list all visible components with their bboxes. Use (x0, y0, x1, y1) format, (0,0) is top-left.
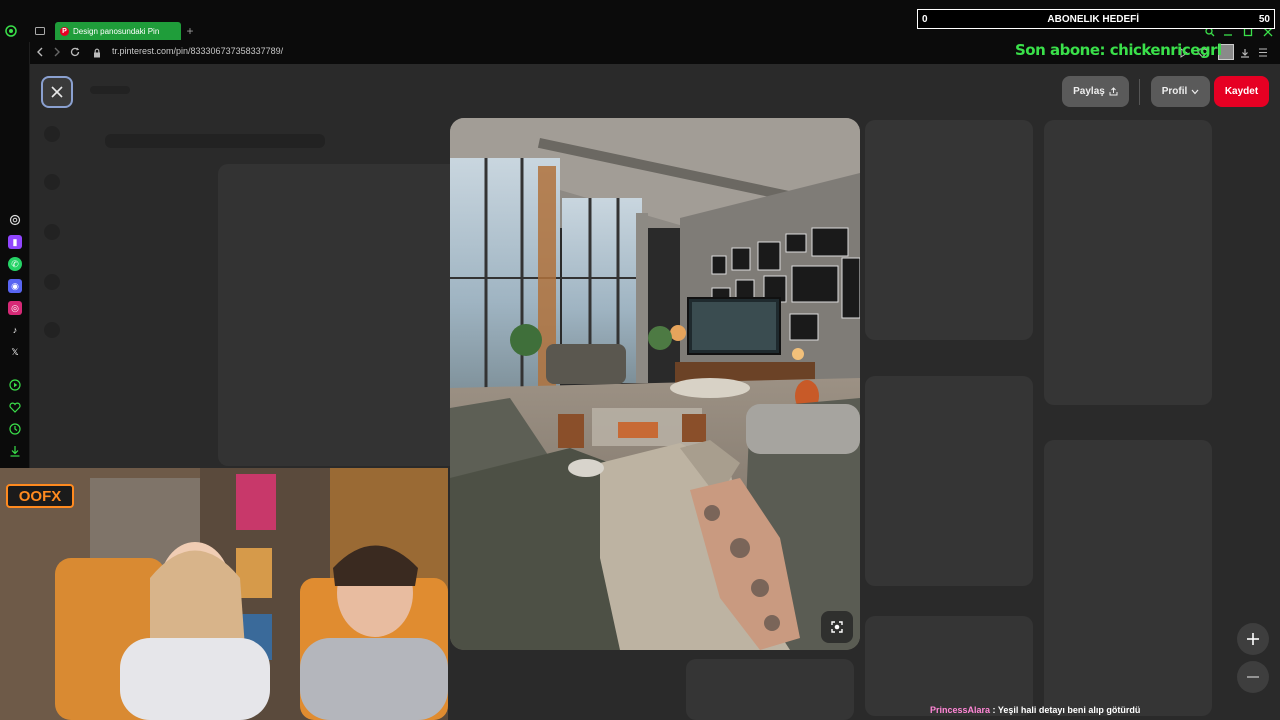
chat-message: PrincessAlara : Yeşil hali detayı beni a… (930, 705, 1140, 715)
whatsapp-icon[interactable]: ✆ (8, 257, 22, 271)
url-field[interactable]: tr.pinterest.com/pin/833306737358337789/ (112, 46, 283, 56)
twitch-icon[interactable]: ▮ (8, 235, 22, 249)
bg-pin-large-placeholder (218, 164, 478, 466)
bg-sidebar-placeholder-2 (44, 174, 60, 190)
bg-sidebar-placeholder-3 (44, 224, 60, 240)
last-subscriber-label: Son abone: chickenricegrl (1015, 41, 1222, 59)
visual-search-button[interactable] (821, 611, 853, 643)
webcam-feed: OOFX (0, 468, 448, 720)
tab-pinterest[interactable]: P Design panosundaki Pin (55, 22, 181, 40)
toolbar-divider (1139, 79, 1140, 105)
share-icon (1109, 87, 1118, 96)
favorites-icon[interactable] (8, 400, 22, 414)
browser-menu-icon[interactable] (4, 24, 18, 38)
browser-sidebar: ▮ ✆ ◉ ◎ ♪ 𝕏 (0, 42, 30, 472)
lock-icon[interactable] (92, 47, 102, 58)
bg-grid-tile-1 (865, 120, 1033, 340)
history-icon[interactable] (8, 422, 22, 436)
bg-grid-tile-5 (1044, 440, 1212, 716)
bg-pin-toolbar (105, 134, 325, 148)
zoom-out-button[interactable] (1237, 661, 1269, 693)
chat-username: PrincessAlara (930, 705, 991, 715)
bg-sidebar-placeholder-4 (44, 274, 60, 290)
subscriber-goal-bar: 0 ABONELIK HEDEFİ 50 (917, 9, 1275, 29)
sub-goal-title: ABONELIK HEDEFİ (1047, 13, 1140, 25)
bg-sidebar-placeholder-1 (44, 126, 60, 142)
x-icon[interactable]: 𝕏 (8, 345, 22, 359)
instagram-icon[interactable]: ◎ (8, 301, 22, 315)
chatgpt-icon[interactable] (8, 213, 22, 227)
share-label: Paylaş (1073, 86, 1105, 97)
minus-icon (1247, 676, 1259, 678)
bg-toolbar-placeholder (90, 86, 130, 94)
profile-dropdown[interactable]: Profil (1151, 76, 1210, 107)
zoom-in-button[interactable] (1237, 623, 1269, 655)
downloads-icon[interactable] (8, 444, 22, 458)
share-button[interactable]: Paylaş (1062, 76, 1129, 107)
download-icon[interactable] (1239, 47, 1251, 58)
player-icon[interactable] (8, 378, 22, 392)
close-icon (51, 86, 63, 98)
chevron-down-icon (1191, 89, 1199, 94)
bg-grid-tile-6 (686, 659, 854, 720)
close-button[interactable] (41, 76, 73, 108)
sub-goal-target: 50 (1258, 13, 1270, 25)
menu-icon[interactable] (1257, 47, 1269, 58)
sub-goal-current: 0 (922, 13, 928, 25)
lens-icon (831, 621, 843, 633)
bg-grid-tile-2 (865, 376, 1033, 586)
chat-text: : Yeşil hali detayı beni alıp götürdü (990, 705, 1141, 715)
tab-title: Design panosundaki Pin (73, 26, 160, 36)
plus-icon (1247, 633, 1259, 645)
webcam-logo: OOFX (6, 484, 74, 508)
back-icon[interactable] (34, 46, 46, 58)
pinterest-favicon-icon: P (60, 26, 69, 36)
bg-grid-tile-3 (865, 616, 1033, 716)
bg-grid-tile-4 (1044, 120, 1212, 405)
reload-icon[interactable] (69, 46, 81, 58)
save-button[interactable]: Kaydet (1214, 76, 1269, 107)
tab-list-icon[interactable] (34, 25, 46, 37)
forward-icon[interactable] (51, 46, 63, 58)
profile-label: Profil (1161, 86, 1188, 97)
pin-image[interactable] (450, 118, 860, 650)
bg-sidebar-placeholder-5 (44, 322, 60, 338)
tiktok-icon[interactable]: ♪ (8, 323, 22, 337)
new-tab-button[interactable]: + (184, 24, 196, 38)
discord-icon[interactable]: ◉ (8, 279, 22, 293)
